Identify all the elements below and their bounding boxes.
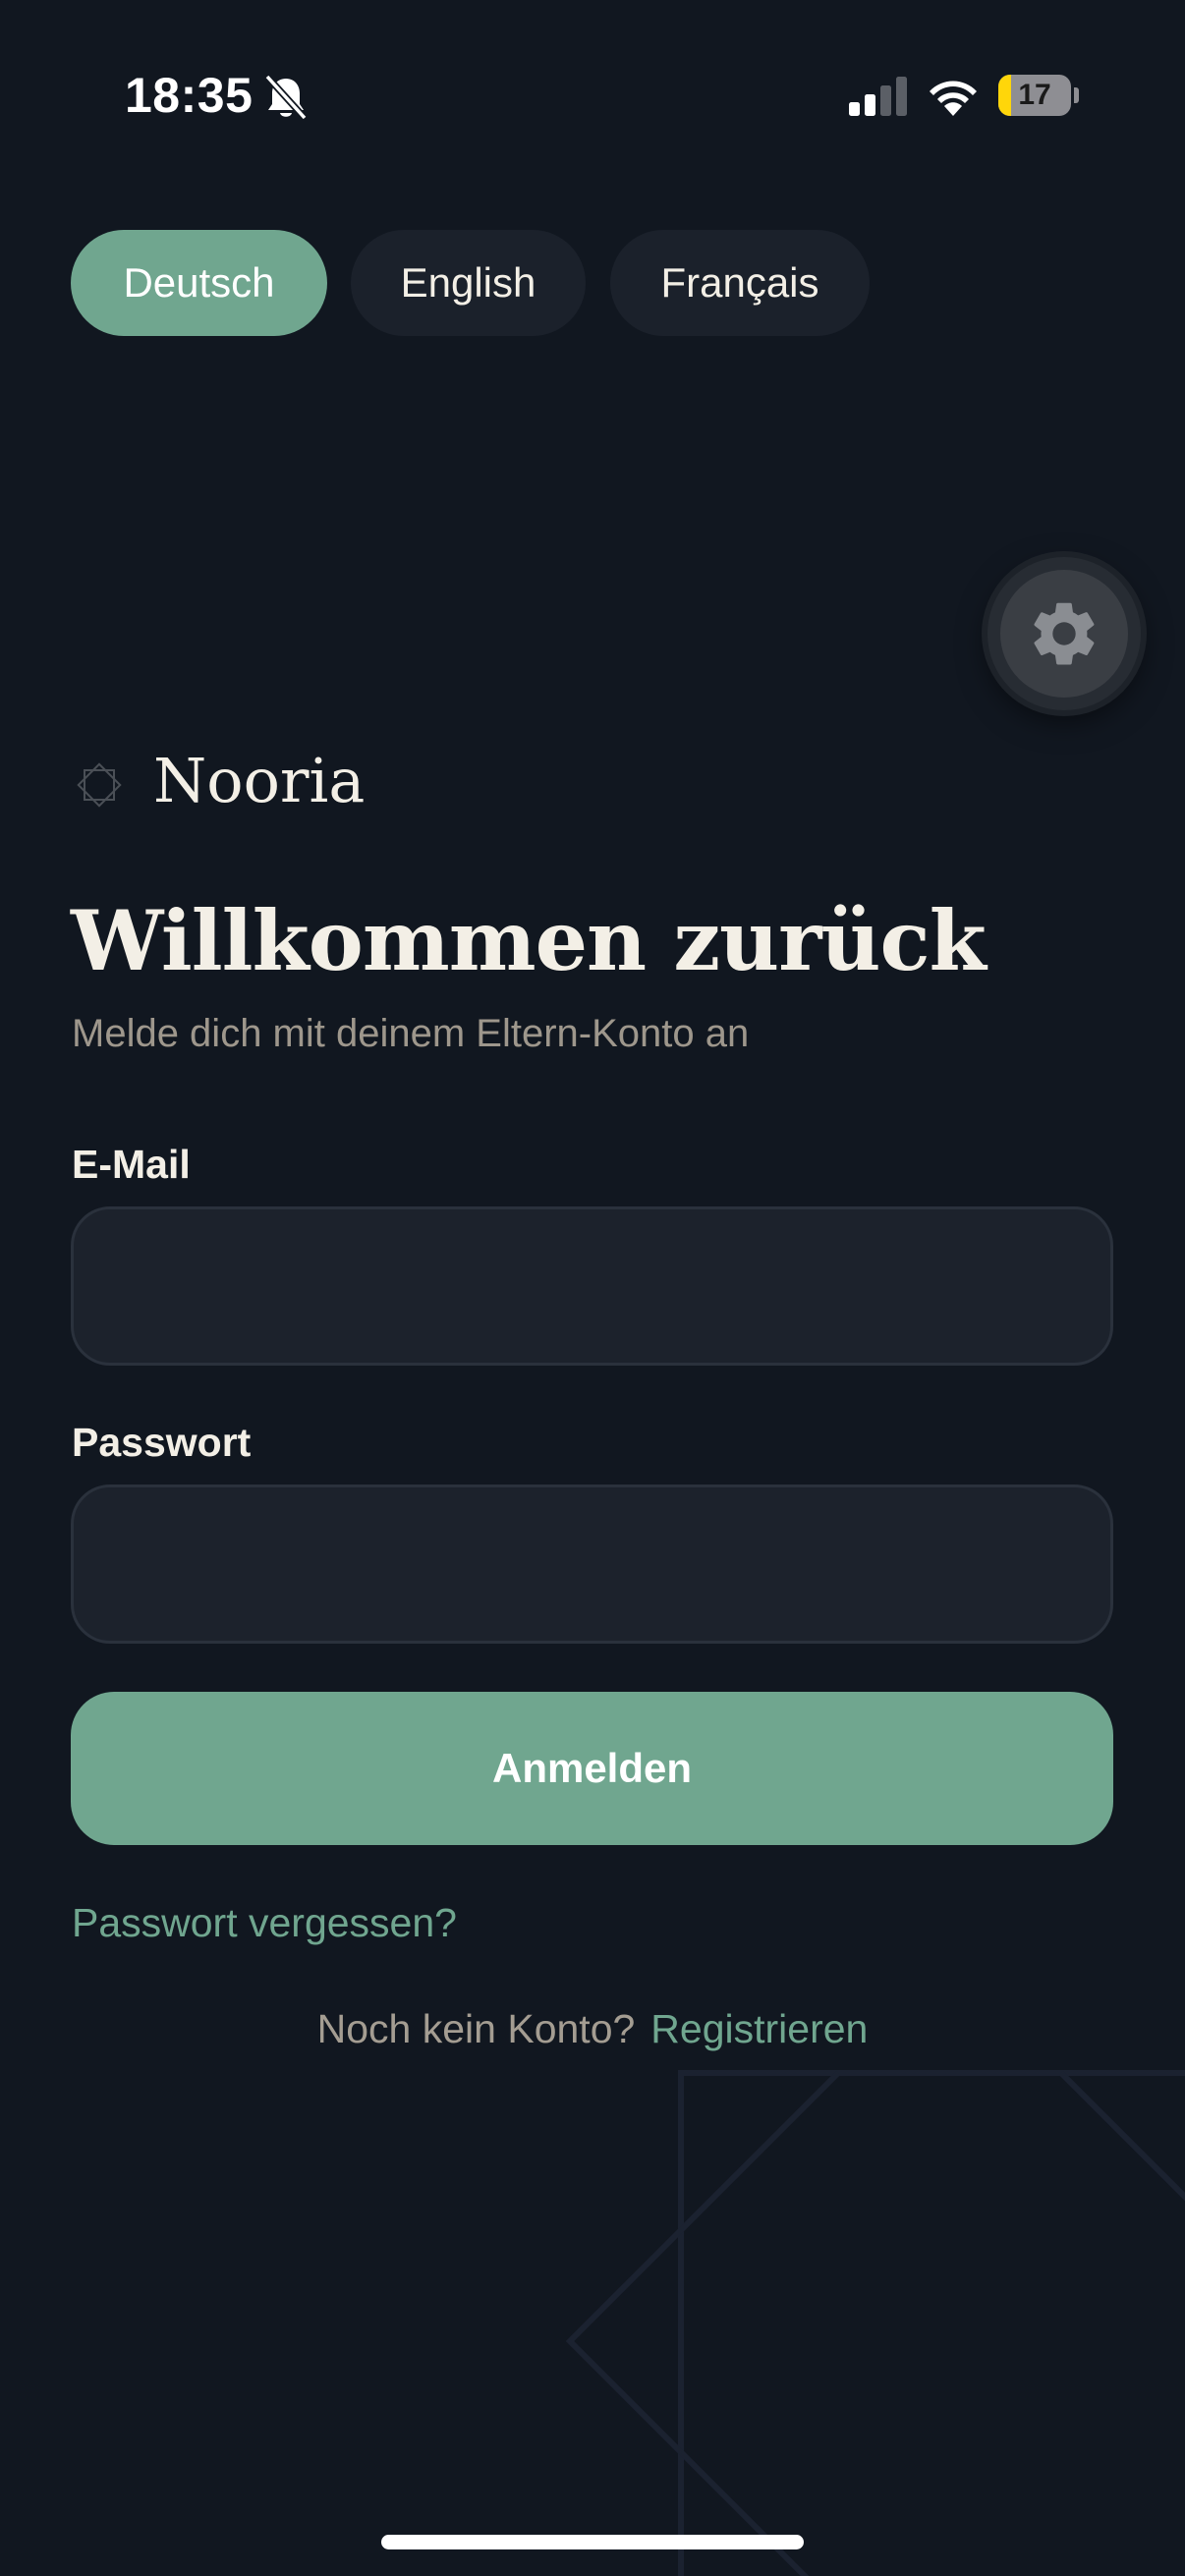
login-button[interactable]: Anmelden [71, 1692, 1113, 1845]
brand-name: Nooria [153, 745, 366, 816]
password-field[interactable] [71, 1484, 1113, 1644]
settings-button[interactable] [988, 557, 1141, 710]
gear-icon [1034, 602, 1095, 665]
wifi-icon [930, 81, 977, 116]
page-title: Willkommen zurück [71, 892, 987, 989]
page-subtitle: Melde dich mit deinem Eltern-Konto an [72, 1012, 750, 1055]
register-link[interactable]: Registrieren [650, 2006, 868, 2051]
email-field[interactable] [71, 1206, 1113, 1366]
language-pill-label: Deutsch [123, 259, 275, 306]
battery-percent: 17 [1018, 79, 1051, 111]
cellular-signal-icon [849, 77, 907, 116]
password-label: Passwort [72, 1420, 252, 1465]
signup-prompt: Noch kein Konto? [316, 2006, 636, 2051]
forgot-password-link[interactable]: Passwort vergessen? [72, 1900, 457, 1946]
email-label: E-Mail [72, 1142, 191, 1187]
signup-row: Noch kein Konto? Registrieren [0, 2006, 1185, 2052]
battery-indicator: 17 [998, 75, 1079, 116]
login-button-label: Anmelden [491, 1745, 693, 1791]
bell-slash-icon [264, 74, 308, 121]
octagram-logo-icon [77, 762, 122, 808]
home-indicator[interactable] [381, 2535, 804, 2549]
language-pill-deutsch[interactable]: Deutsch [71, 230, 327, 336]
language-pill-francais[interactable]: Français [610, 230, 870, 336]
language-pill-english[interactable]: English [351, 230, 586, 336]
language-pill-label: English [400, 259, 536, 306]
status-time: 18:35 [125, 68, 254, 123]
language-pill-label: Français [660, 259, 819, 306]
